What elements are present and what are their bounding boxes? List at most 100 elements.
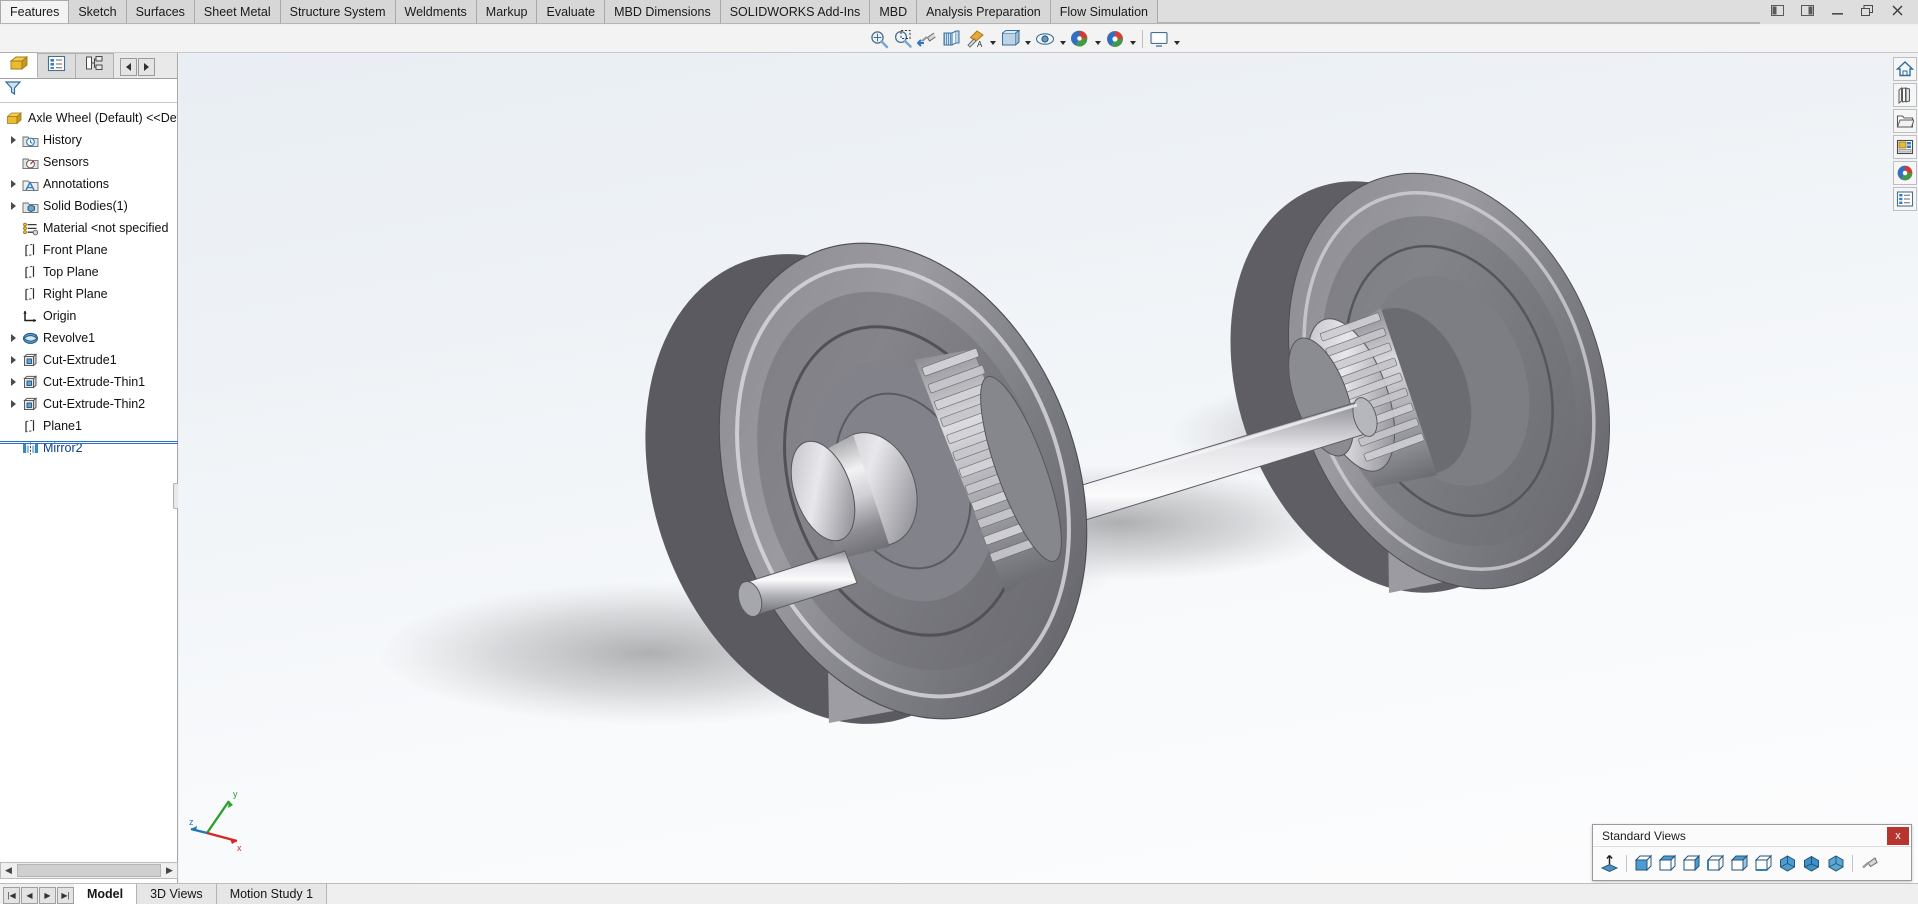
- tree-item-solid-bodies-1[interactable]: Solid Bodies(1): [0, 195, 177, 217]
- restore-button[interactable]: [1860, 4, 1876, 20]
- expand-arrow-icon[interactable]: [6, 349, 20, 371]
- bottom-bar-empty: [327, 884, 1918, 904]
- zoom-to-area-icon[interactable]: [892, 28, 914, 50]
- scroll-right-arrow[interactable]: ▶: [162, 863, 177, 878]
- tree-item-annotations[interactable]: Annotations: [0, 173, 177, 195]
- panel-resize-grip[interactable]: [173, 483, 178, 509]
- tree-forward-button[interactable]: [138, 58, 155, 76]
- ribbon-tab-analysis-preparation[interactable]: Analysis Preparation: [917, 0, 1051, 23]
- ribbon-tab-flow-simulation[interactable]: Flow Simulation: [1050, 0, 1158, 23]
- bottom-tab-motion-study-1[interactable]: Motion Study 1: [216, 884, 328, 904]
- tree-item-cut-extrude1[interactable]: Cut-Extrude1: [0, 349, 177, 371]
- apply-scene-dropdown-arrow[interactable]: [1128, 28, 1137, 50]
- edit-appearance-dropdown-arrow[interactable]: [1093, 28, 1102, 50]
- tree-item-origin[interactable]: Origin: [0, 305, 177, 327]
- view-settings-icon[interactable]: [1148, 28, 1170, 50]
- tree-back-button[interactable]: [120, 58, 137, 76]
- study-nav-button-3[interactable]: ▶|: [57, 886, 74, 904]
- left-view-icon[interactable]: [1681, 853, 1702, 874]
- hide-show-items-dropdown-arrow[interactable]: [1058, 28, 1067, 50]
- tree-item-history[interactable]: History: [0, 129, 177, 151]
- feature-tree-filter-bar[interactable]: [0, 79, 177, 103]
- minimize-button[interactable]: [1830, 4, 1846, 20]
- hide-show-items-icon[interactable]: [1034, 28, 1056, 50]
- apply-scene-icon[interactable]: [1104, 28, 1126, 50]
- study-nav-button-2[interactable]: ▶: [39, 886, 56, 904]
- isometric-view-icon[interactable]: [1777, 853, 1798, 874]
- previous-view-icon[interactable]: [1859, 853, 1880, 874]
- tree-item-right-plane[interactable]: Right Plane: [0, 283, 177, 305]
- trimetric-view-icon[interactable]: [1801, 853, 1822, 874]
- study-nav-button-1[interactable]: ◀: [21, 886, 38, 904]
- zoom-to-fit-icon[interactable]: [868, 28, 890, 50]
- design-library-icon[interactable]: [1893, 83, 1917, 107]
- right-view-icon[interactable]: [1705, 853, 1726, 874]
- rollback-bar[interactable]: [0, 441, 178, 444]
- view-settings-dropdown-arrow[interactable]: [1172, 28, 1181, 50]
- ribbon-tab-features[interactable]: Features: [0, 0, 70, 23]
- expand-arrow-icon[interactable]: [6, 195, 20, 217]
- expand-arrow-icon[interactable]: [6, 393, 20, 415]
- ribbon-tab-structure-system[interactable]: Structure System: [280, 0, 396, 23]
- tree-item-material-not-specified[interactable]: Material <not specified: [0, 217, 177, 239]
- feature-tree-horizontal-scrollbar[interactable]: ◀ ▶: [0, 862, 178, 879]
- restore-right-pane-button[interactable]: [1800, 4, 1816, 20]
- property-manager-tab[interactable]: [38, 53, 76, 78]
- ribbon-tab-surfaces[interactable]: Surfaces: [126, 0, 195, 23]
- tree-item-top-plane[interactable]: Top Plane: [0, 261, 177, 283]
- ribbon-tab-mbd[interactable]: MBD: [870, 0, 918, 23]
- feature-manager-design-tree-tab[interactable]: [0, 52, 38, 78]
- ribbon-tab-weldments[interactable]: Weldments: [395, 0, 477, 23]
- standard-views-close-button[interactable]: x: [1887, 827, 1909, 845]
- bottom-tab-model[interactable]: Model: [74, 884, 138, 904]
- previous-view-icon[interactable]: [916, 28, 938, 50]
- bottom-tab-3d-views[interactable]: 3D Views: [137, 884, 217, 904]
- graphics-viewport[interactable]: y x z: [179, 53, 1918, 883]
- dimetric-view-icon[interactable]: [1825, 853, 1846, 874]
- view-orientation-icon[interactable]: A: [964, 28, 986, 50]
- normal-to-icon[interactable]: [1599, 853, 1620, 874]
- restore-left-pane-button[interactable]: [1770, 4, 1786, 20]
- property-list-icon: [47, 55, 66, 77]
- front-view-icon[interactable]: [1633, 853, 1654, 874]
- appearances-scenes-icon[interactable]: [1893, 161, 1917, 185]
- custom-properties-icon[interactable]: [1893, 187, 1917, 211]
- tree-item-cut-extrude-thin2[interactable]: Cut-Extrude-Thin2: [0, 393, 177, 415]
- display-style-dropdown-arrow[interactable]: [1023, 28, 1032, 50]
- bottom-view-icon[interactable]: [1753, 853, 1774, 874]
- file-explorer-icon[interactable]: [1893, 109, 1917, 133]
- expand-arrow-icon[interactable]: [6, 327, 20, 349]
- scroll-left-arrow[interactable]: ◀: [1, 863, 16, 878]
- ribbon-tab-sheet-metal[interactable]: Sheet Metal: [194, 0, 281, 23]
- cut-extrude-icon: [20, 394, 40, 414]
- expand-arrow-icon[interactable]: [6, 173, 20, 195]
- ribbon-tab-evaluate[interactable]: Evaluate: [537, 0, 606, 23]
- display-style-icon[interactable]: [999, 28, 1021, 50]
- tree-item-sensors[interactable]: Sensors: [0, 151, 177, 173]
- ribbon-tab-sketch[interactable]: Sketch: [69, 0, 127, 23]
- scroll-thumb[interactable]: [17, 864, 161, 877]
- ribbon-tab-solidworks-add-ins[interactable]: SOLIDWORKS Add-Ins: [720, 0, 871, 23]
- configuration-manager-tab[interactable]: [76, 53, 114, 78]
- section-view-icon[interactable]: [940, 28, 962, 50]
- top-view-icon[interactable]: [1729, 853, 1750, 874]
- close-button[interactable]: [1890, 4, 1906, 20]
- study-nav-button-0[interactable]: |◀: [3, 886, 20, 904]
- cut-extrude-icon: [20, 350, 40, 370]
- material-icon: [20, 218, 40, 238]
- tree-item-plane1[interactable]: Plane1: [0, 415, 177, 437]
- tree-item-cut-extrude-thin1[interactable]: Cut-Extrude-Thin1: [0, 371, 177, 393]
- sw-resources-home-icon[interactable]: [1893, 57, 1917, 81]
- ribbon-tab-mbd-dimensions[interactable]: MBD Dimensions: [605, 0, 721, 23]
- expand-arrow-icon[interactable]: [6, 129, 20, 151]
- expand-arrow-icon[interactable]: [6, 371, 20, 393]
- tree-item-axle-wheel-default-def[interactable]: Axle Wheel (Default) <<Def: [0, 107, 177, 129]
- view-orientation-dropdown-arrow[interactable]: [988, 28, 997, 50]
- ribbon-tab-markup[interactable]: Markup: [476, 0, 538, 23]
- view-palette-icon[interactable]: [1893, 135, 1917, 159]
- tree-item-revolve1[interactable]: Revolve1: [0, 327, 177, 349]
- tree-item-front-plane[interactable]: Front Plane: [0, 239, 177, 261]
- edit-appearance-icon[interactable]: [1069, 28, 1091, 50]
- back-view-icon[interactable]: [1657, 853, 1678, 874]
